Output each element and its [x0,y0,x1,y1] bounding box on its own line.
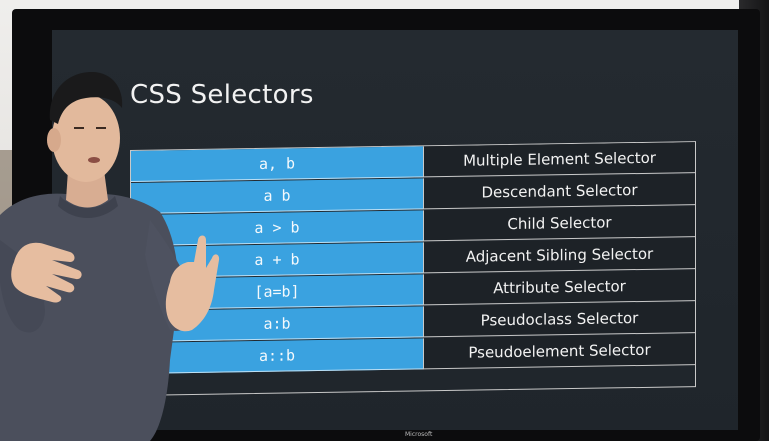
selector-code: [a=b] [131,274,423,310]
selector-name: Multiple Element Selector [423,142,695,178]
selector-code: a > b [131,210,423,246]
selector-name: Child Selector [423,206,695,242]
selector-name: Descendant Selector [423,174,695,210]
selector-name: Pseudoelement Selector [423,334,695,370]
selector-code: a b [131,178,423,214]
selector-name: Adjacent Sibling Selector [423,238,695,274]
selector-name: Pseudoclass Selector [423,302,695,338]
monitor-brand-logo: Microsoft [405,431,433,438]
selector-code: a, b [131,146,423,182]
selector-name: Attribute Selector [423,270,695,306]
selector-table: a, b Multiple Element Selector a b Desce… [130,141,696,396]
selector-code: a::b [131,338,423,374]
selector-code: a:b [131,306,423,342]
slide-title: CSS Selectors [130,80,314,110]
selector-code: a + b [131,242,423,278]
